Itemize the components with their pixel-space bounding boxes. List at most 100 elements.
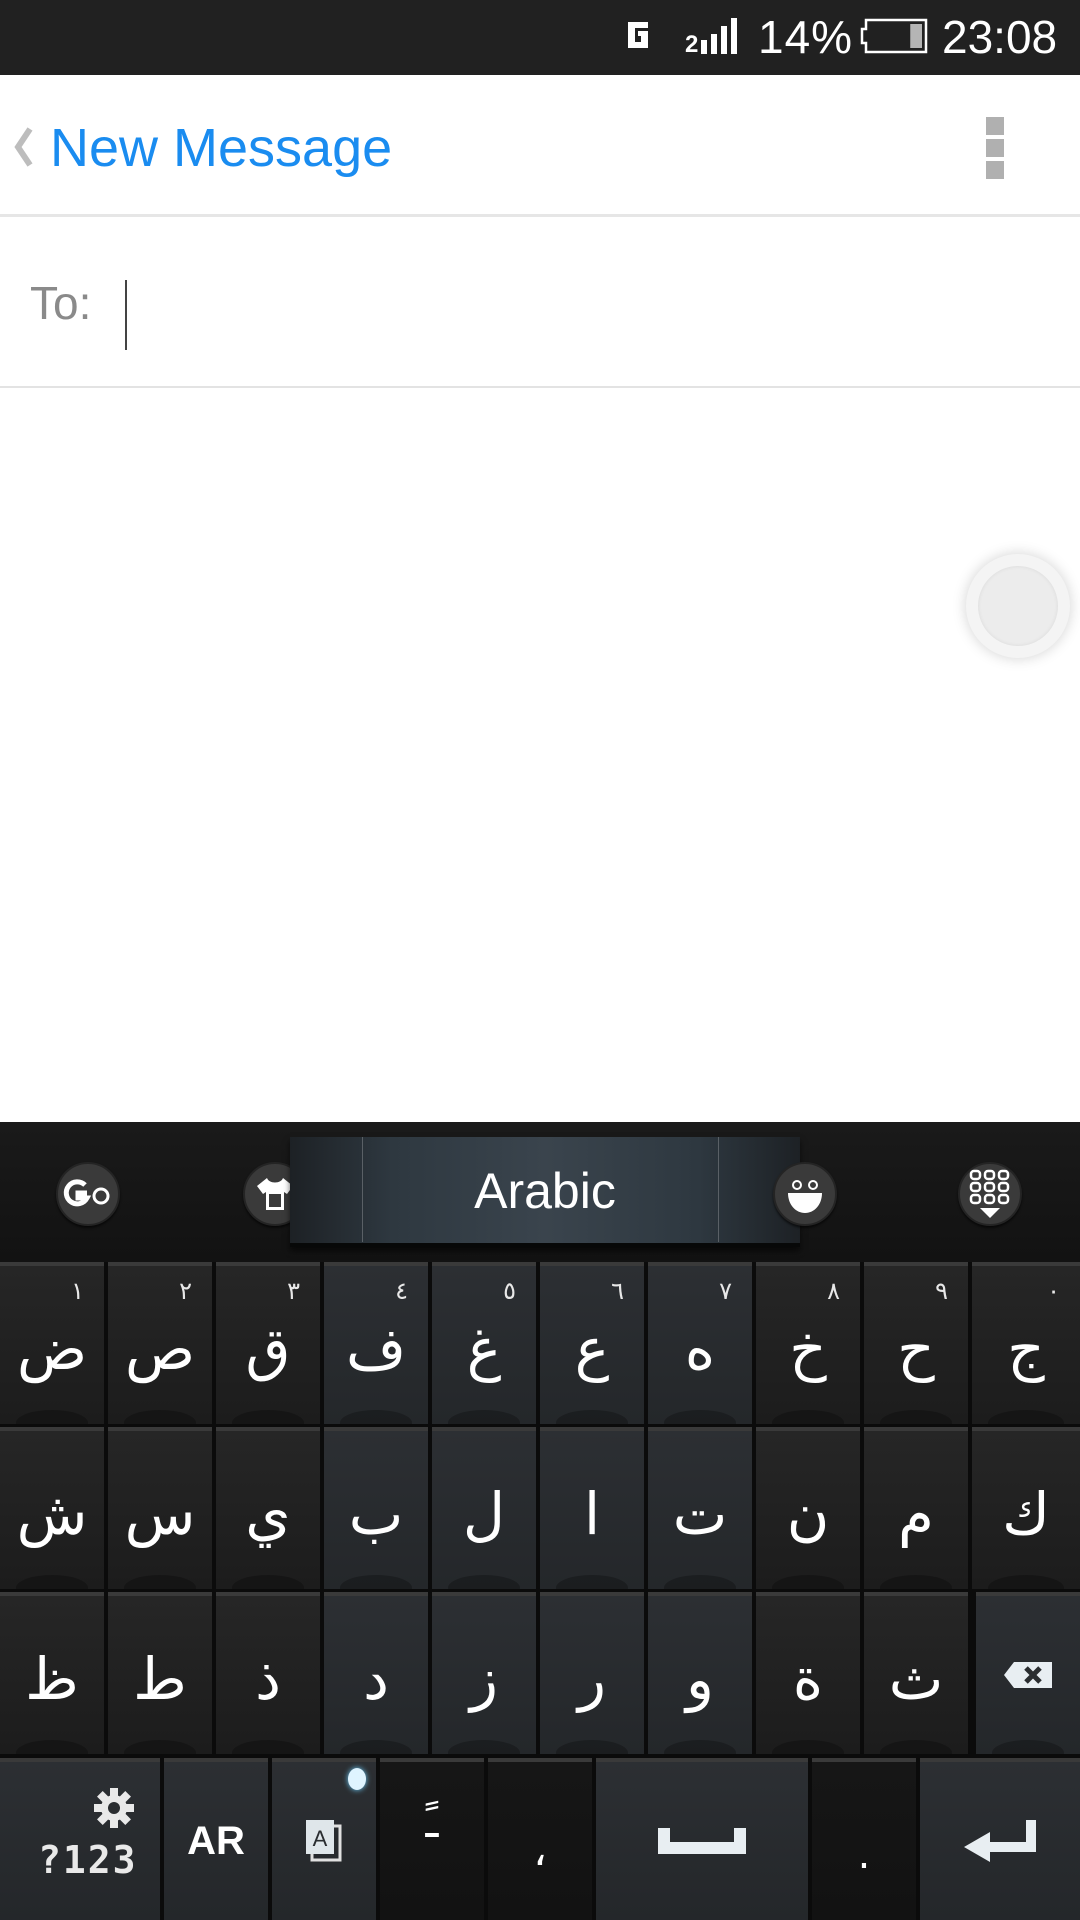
backspace-icon	[1004, 1662, 1052, 1688]
keyboard-menu-grid-icon[interactable]	[958, 1162, 1022, 1226]
key-shadow	[771, 1410, 845, 1424]
battery-icon	[860, 18, 928, 54]
backspace-key[interactable]	[976, 1592, 1080, 1754]
key[interactable]: ز	[432, 1592, 536, 1754]
key-shadow	[988, 1410, 1064, 1424]
key[interactable]: ح٩	[864, 1262, 968, 1424]
chevron-left-icon[interactable]	[12, 127, 34, 167]
key[interactable]: ا	[540, 1427, 644, 1589]
key-char: ة	[792, 1645, 824, 1713]
key-shadow	[555, 1575, 629, 1589]
page-title[interactable]: New Message	[50, 117, 392, 179]
recipient-input[interactable]	[124, 260, 1054, 350]
notification-dot	[348, 1768, 366, 1790]
key-char: ج	[1007, 1315, 1045, 1383]
key-hint: ٩	[935, 1277, 948, 1305]
key-shadow	[123, 1575, 197, 1589]
comma-char: ،	[533, 1826, 547, 1875]
language-key[interactable]: AR	[164, 1758, 268, 1920]
key-shadow	[123, 1410, 197, 1424]
key-hint: ٦	[611, 1277, 624, 1305]
key[interactable]: ط	[108, 1592, 212, 1754]
key-hint: ٧	[719, 1277, 732, 1305]
key[interactable]: س	[108, 1427, 212, 1589]
enter-key[interactable]	[920, 1758, 1080, 1920]
key[interactable]: ل	[432, 1427, 536, 1589]
key-char: ت	[672, 1480, 728, 1548]
key-shadow	[339, 1575, 413, 1589]
key-char: ش	[16, 1480, 88, 1548]
key-char: د	[363, 1645, 389, 1713]
key-shadow	[555, 1410, 629, 1424]
key-char: ح	[897, 1315, 935, 1383]
key-shadow	[447, 1410, 521, 1424]
key-shadow	[123, 1740, 197, 1754]
assistive-touch-icon[interactable]	[966, 554, 1070, 658]
language-switcher[interactable]: Arabic	[290, 1137, 800, 1247]
key-char: ه	[684, 1315, 716, 1383]
key-shadow	[339, 1410, 413, 1424]
key[interactable]: ب	[324, 1427, 428, 1589]
key-char: ص	[124, 1315, 196, 1383]
key[interactable]: ن	[756, 1427, 860, 1589]
app-header: New Message	[0, 75, 1080, 217]
key-hint: ٢	[179, 1277, 192, 1305]
key[interactable]: خ٨	[756, 1262, 860, 1424]
key[interactable]: ث	[864, 1592, 968, 1754]
key[interactable]: ذ	[216, 1592, 320, 1754]
key-shadow	[15, 1740, 89, 1754]
compose-area[interactable]	[0, 390, 1080, 1122]
key-char: ض	[16, 1315, 88, 1383]
key[interactable]: ظ	[0, 1592, 104, 1754]
overflow-menu-icon[interactable]	[980, 115, 1010, 185]
key-char: ظ	[25, 1645, 79, 1713]
battery-percent: 14%	[758, 11, 854, 63]
space-key[interactable]	[596, 1758, 808, 1920]
key[interactable]: غ٥	[432, 1262, 536, 1424]
key-char: ل	[462, 1480, 506, 1548]
key[interactable]: ص٢	[108, 1262, 212, 1424]
svg-text:2: 2	[685, 31, 698, 54]
key[interactable]: ش	[0, 1427, 104, 1589]
key[interactable]: ض١	[0, 1262, 104, 1424]
key-char: خ	[789, 1315, 827, 1383]
key[interactable]: و	[648, 1592, 752, 1754]
key-shadow	[15, 1410, 89, 1424]
key[interactable]: ة	[756, 1592, 860, 1754]
space-bar-icon	[658, 1828, 746, 1854]
key[interactable]: ر	[540, 1592, 644, 1754]
symbols-key[interactable]: ?123	[0, 1758, 160, 1920]
key[interactable]: ع٦	[540, 1262, 644, 1424]
text-edit-key[interactable]: A	[272, 1758, 376, 1920]
key-shadow	[988, 1575, 1064, 1589]
key-char: ر	[577, 1645, 606, 1713]
key-char: ي	[245, 1480, 291, 1548]
comma-key[interactable]: ،	[488, 1758, 592, 1920]
key[interactable]: م	[864, 1427, 968, 1589]
emoji-smiley-icon[interactable]	[773, 1162, 837, 1226]
key[interactable]: د	[324, 1592, 428, 1754]
key[interactable]: ق٣	[216, 1262, 320, 1424]
key[interactable]: ج٠	[972, 1262, 1080, 1424]
key-hint: ٥	[503, 1277, 516, 1305]
key[interactable]: ف٤	[324, 1262, 428, 1424]
network-type-icon	[628, 22, 648, 48]
enter-return-icon	[964, 1820, 1036, 1862]
key[interactable]: ي	[216, 1427, 320, 1589]
key[interactable]: ت	[648, 1427, 752, 1589]
key-char: ز	[469, 1645, 498, 1713]
key-shadow	[447, 1740, 521, 1754]
key-shadow	[771, 1575, 845, 1589]
tanween-key[interactable]: ـً	[380, 1758, 484, 1920]
key-char: ا	[583, 1480, 601, 1548]
to-label: To:	[30, 277, 92, 329]
period-key[interactable]: .	[812, 1758, 916, 1920]
key-hint: ٤	[395, 1277, 408, 1305]
key[interactable]: ك	[972, 1427, 1080, 1589]
key[interactable]: ه٧	[648, 1262, 752, 1424]
key-char: ع	[574, 1315, 610, 1383]
key-char: ن	[786, 1480, 830, 1548]
go-keyboard-logo-icon[interactable]	[56, 1162, 120, 1226]
symbols-label: ?123	[38, 1838, 138, 1882]
tanween-char: ـً	[425, 1797, 439, 1848]
